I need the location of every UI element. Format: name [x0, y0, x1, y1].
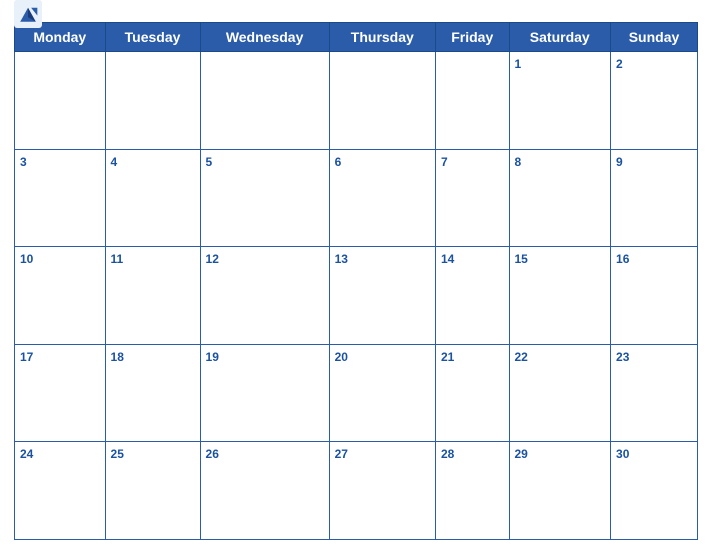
calendar-cell: 29: [509, 442, 611, 540]
calendar-cell: 18: [105, 344, 200, 442]
calendar-cell: 17: [15, 344, 106, 442]
days-header-row: MondayTuesdayWednesdayThursdayFridaySatu…: [15, 23, 698, 52]
day-number: 17: [20, 350, 33, 364]
calendar-cell: 24: [15, 442, 106, 540]
day-number: 30: [616, 447, 629, 461]
calendar-container: MondayTuesdayWednesdayThursdayFridaySatu…: [0, 0, 712, 550]
day-number: 6: [335, 155, 342, 169]
day-number: 27: [335, 447, 348, 461]
day-number: 5: [206, 155, 213, 169]
calendar-cell: 27: [329, 442, 435, 540]
day-number: 28: [441, 447, 454, 461]
calendar-cell: 21: [435, 344, 509, 442]
calendar-cell: 13: [329, 247, 435, 345]
day-number: 19: [206, 350, 219, 364]
calendar-cell: [15, 52, 106, 150]
day-number: 1: [515, 57, 522, 71]
day-header-saturday: Saturday: [509, 23, 611, 52]
week-row-5: 24 25 26 27 28 29 30: [15, 442, 698, 540]
calendar-cell: 30: [611, 442, 698, 540]
day-number: 23: [616, 350, 629, 364]
calendar-cell: [329, 52, 435, 150]
day-header-wednesday: Wednesday: [200, 23, 329, 52]
calendar-cell: 1: [509, 52, 611, 150]
calendar-cell: 6: [329, 149, 435, 247]
day-header-sunday: Sunday: [611, 23, 698, 52]
day-number: 9: [616, 155, 623, 169]
calendar-cell: 25: [105, 442, 200, 540]
day-number: 15: [515, 252, 528, 266]
calendar-cell: 14: [435, 247, 509, 345]
day-number: 29: [515, 447, 528, 461]
day-number: 10: [20, 252, 33, 266]
calendar-cell: 20: [329, 344, 435, 442]
day-number: 25: [111, 447, 124, 461]
day-number: 3: [20, 155, 27, 169]
day-number: 11: [111, 252, 124, 266]
day-header-friday: Friday: [435, 23, 509, 52]
week-row-2: 3 4 5 6 7 8 9: [15, 149, 698, 247]
calendar-cell: 12: [200, 247, 329, 345]
calendar-cell: 16: [611, 247, 698, 345]
calendar-table: MondayTuesdayWednesdayThursdayFridaySatu…: [14, 22, 698, 540]
calendar-cell: 5: [200, 149, 329, 247]
day-number: 4: [111, 155, 118, 169]
calendar-cell: 26: [200, 442, 329, 540]
calendar-cell: [105, 52, 200, 150]
calendar-cell: [435, 52, 509, 150]
calendar-cell: 23: [611, 344, 698, 442]
day-number: 20: [335, 350, 348, 364]
day-number: 22: [515, 350, 528, 364]
day-number: 21: [441, 350, 454, 364]
logo: [14, 0, 45, 28]
calendar-cell: 7: [435, 149, 509, 247]
calendar-cell: 3: [15, 149, 106, 247]
calendar-cell: 2: [611, 52, 698, 150]
week-row-4: 17 18 19 20 21 22 23: [15, 344, 698, 442]
calendar-cell: 28: [435, 442, 509, 540]
calendar-cell: [200, 52, 329, 150]
day-number: 16: [616, 252, 629, 266]
day-number: 14: [441, 252, 454, 266]
calendar-header: [14, 10, 698, 16]
day-number: 13: [335, 252, 348, 266]
week-row-3: 10 11 12 13 14 15 16: [15, 247, 698, 345]
day-number: 2: [616, 57, 623, 71]
calendar-cell: 22: [509, 344, 611, 442]
day-header-tuesday: Tuesday: [105, 23, 200, 52]
calendar-cell: 11: [105, 247, 200, 345]
calendar-cell: 19: [200, 344, 329, 442]
calendar-cell: 4: [105, 149, 200, 247]
calendar-cell: 10: [15, 247, 106, 345]
day-number: 8: [515, 155, 522, 169]
week-row-1: 12: [15, 52, 698, 150]
day-header-thursday: Thursday: [329, 23, 435, 52]
day-number: 26: [206, 447, 219, 461]
day-number: 24: [20, 447, 33, 461]
day-number: 12: [206, 252, 219, 266]
day-number: 7: [441, 155, 448, 169]
calendar-cell: 9: [611, 149, 698, 247]
calendar-cell: 8: [509, 149, 611, 247]
calendar-cell: 15: [509, 247, 611, 345]
logo-icon: [14, 0, 42, 28]
day-number: 18: [111, 350, 124, 364]
